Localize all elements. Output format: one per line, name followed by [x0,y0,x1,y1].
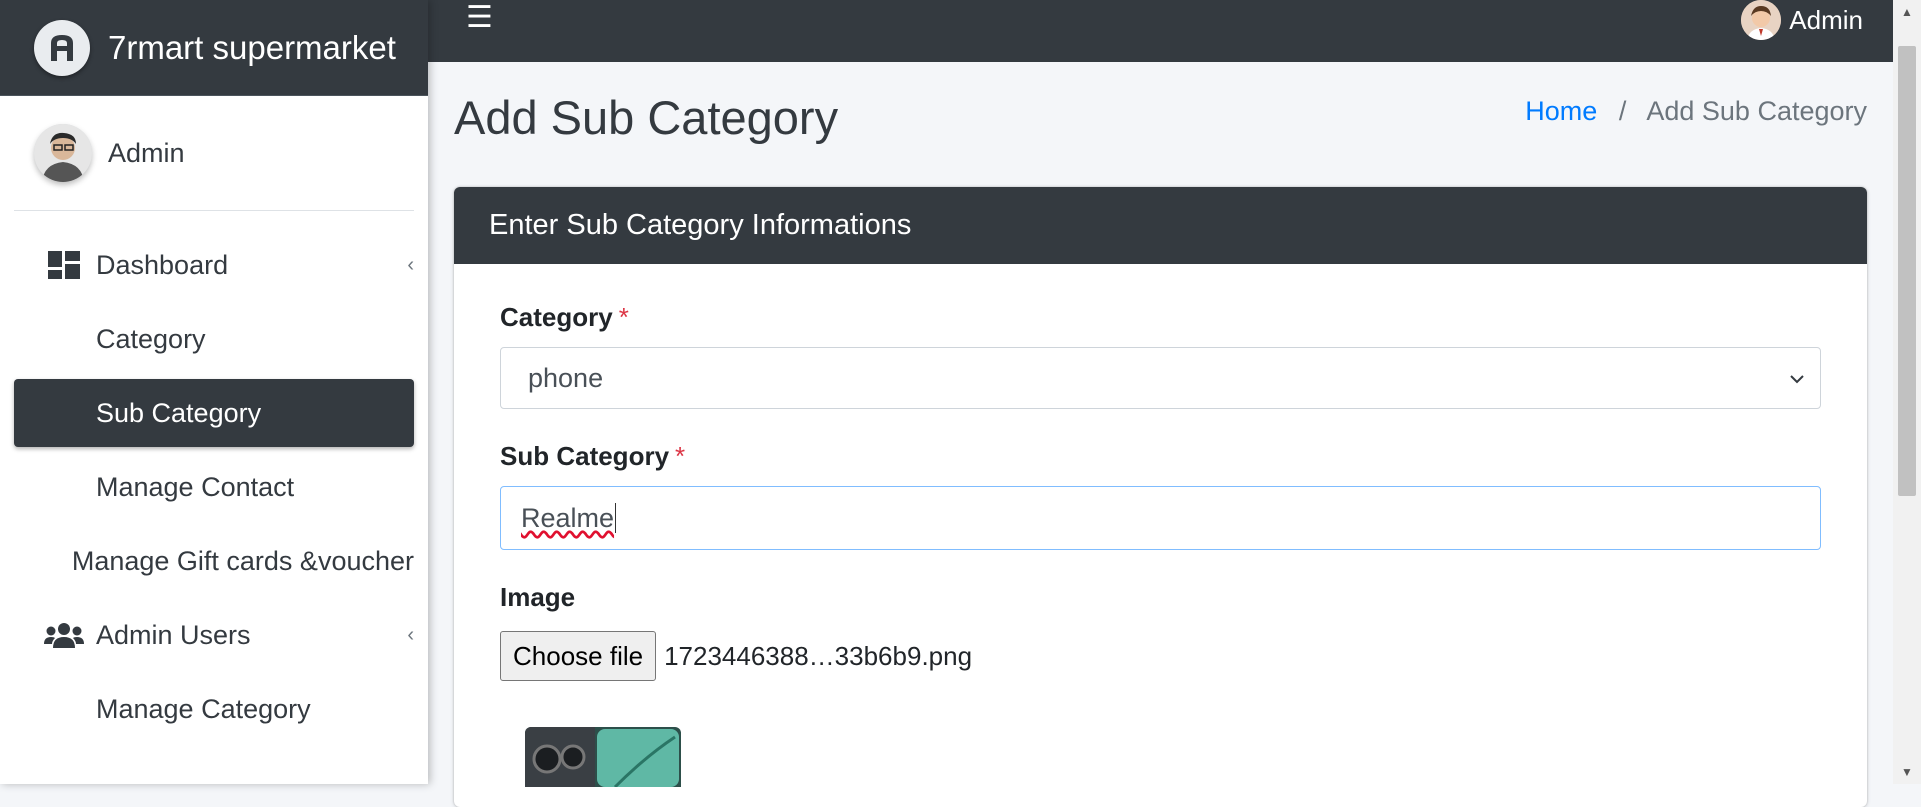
required-mark: * [675,441,686,471]
sidebar-item-manage-gift-cards[interactable]: Manage Gift cards &voucher [14,527,414,595]
sidebar-item-label: Sub Category [96,397,262,428]
user-name: Admin [108,137,185,168]
users-icon [44,622,84,648]
card-body: Category * phone Sub Category * Realme Ima… [454,264,1867,787]
chevron-left-icon: ‹ [407,253,414,276]
selected-file-name: 1723446388…33b6b9.png [664,640,973,671]
sub-category-label: Sub Category * [500,441,686,471]
sidebar-item-manage-contact[interactable]: Manage Contact [14,453,414,521]
text-caret [615,503,617,533]
category-label: Category * [500,302,629,332]
brand-name: 7rmart supermarket [108,28,396,66]
user-avatar [34,124,92,182]
dashboard-icon [44,251,84,279]
sidebar-item-label: Dashboard [96,249,229,280]
chevron-down-icon [1788,365,1806,400]
hamburger-icon[interactable]: ☰ [466,0,493,35]
sidebar-item-manage-category[interactable]: Manage Category [14,675,414,743]
scroll-up-arrow-icon[interactable]: ▲ [1893,0,1921,24]
category-select[interactable]: phone [500,347,1821,409]
sidebar-item-category[interactable]: Category [14,305,414,373]
required-mark: * [618,302,629,332]
main-content: Add Sub Category Home / Add Sub Category… [428,62,1893,807]
brand-link[interactable]: 7rmart supermarket [0,0,428,96]
breadcrumb-separator: / [1618,96,1627,126]
breadcrumb-current: Add Sub Category [1646,96,1867,126]
sub-category-input-value: Realme [521,502,615,533]
sidebar-item-label: Manage Category [96,693,311,724]
sidebar: 7rmart supermarket Admin Dashboard ‹ Cat… [0,0,428,784]
sidebar-item-label: Manage Gift cards &voucher [71,545,414,576]
scroll-down-arrow-icon[interactable]: ▼ [1893,760,1921,784]
image-label: Image [500,582,576,612]
breadcrumb: Home / Add Sub Category [1525,96,1867,127]
page-scrollbar[interactable]: ▲ ▼ [1893,0,1921,784]
sidebar-item-label: Manage Contact [96,471,295,502]
sub-category-form-card: Enter Sub Category Informations Category… [454,187,1867,807]
sidebar-item-admin-users[interactable]: Admin Users ‹ [14,601,414,669]
top-user-avatar [1741,0,1782,40]
sidebar-item-dashboard[interactable]: Dashboard ‹ [14,231,414,299]
sidebar-item-label: Admin Users [96,619,251,650]
category-select-value: phone [528,362,604,393]
sidebar-nav: Dashboard ‹ Category Sub Category Manage… [0,231,428,743]
breadcrumb-home-link[interactable]: Home [1525,96,1597,126]
choose-file-button[interactable]: Choose file [500,631,657,681]
top-user-name: Admin [1789,4,1863,35]
top-user-menu[interactable]: Admin [1741,0,1863,40]
page-title: Add Sub Category [454,91,839,144]
top-navbar: ☰ Admin [428,0,1893,62]
scrollbar-thumb[interactable] [1898,46,1916,496]
user-panel[interactable]: Admin [14,96,414,211]
file-input: Choose file 1723446388…33b6b9.png [500,631,1821,681]
sidebar-item-label: Category [96,323,206,354]
chevron-left-icon: ‹ [407,623,414,646]
image-preview [525,727,681,787]
sidebar-item-sub-category[interactable]: Sub Category [14,379,414,447]
brand-logo-icon [34,19,90,76]
sub-category-input[interactable]: Realme [500,486,1821,550]
card-header: Enter Sub Category Informations [454,187,1867,264]
